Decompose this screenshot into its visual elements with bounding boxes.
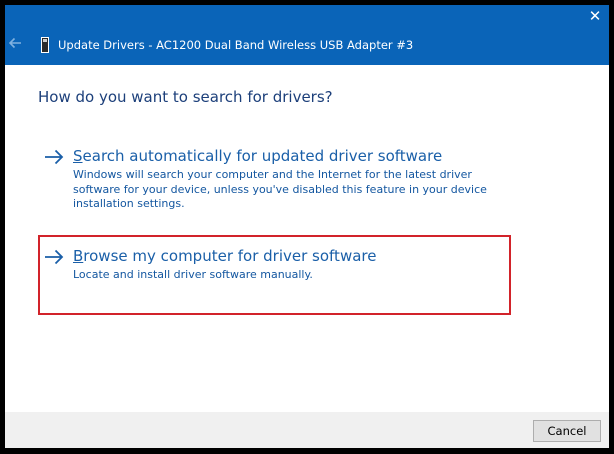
browse-computer-option[interactable]: Browse my computer for driver software L… xyxy=(43,245,513,295)
cancel-button[interactable]: Cancel xyxy=(533,420,601,442)
update-drivers-dialog: ✕ Update Drivers - AC1200 Dual Band Wire… xyxy=(5,5,609,448)
back-arrow-icon xyxy=(8,37,21,49)
window-title: Update Drivers - AC1200 Dual Band Wirele… xyxy=(58,38,414,52)
page-heading: How do you want to search for drivers? xyxy=(38,88,333,106)
title-bar: ✕ Update Drivers - AC1200 Dual Band Wire… xyxy=(5,5,609,65)
arrow-right-icon xyxy=(43,248,65,266)
arrow-right-icon xyxy=(43,148,65,166)
search-automatically-description: Windows will search your computer and th… xyxy=(73,168,487,210)
search-automatically-link[interactable]: Search automatically for updated driver … xyxy=(73,146,442,166)
close-icon: ✕ xyxy=(588,7,602,25)
browse-computer-link[interactable]: Browse my computer for driver software xyxy=(73,246,376,266)
search-automatically-option[interactable]: Search automatically for updated driver … xyxy=(43,145,513,215)
back-button[interactable] xyxy=(7,35,25,55)
usb-adapter-icon xyxy=(39,37,51,53)
browse-computer-description: Locate and install driver software manua… xyxy=(73,268,313,281)
close-button[interactable]: ✕ xyxy=(581,5,609,27)
dialog-footer: Cancel xyxy=(5,412,609,448)
